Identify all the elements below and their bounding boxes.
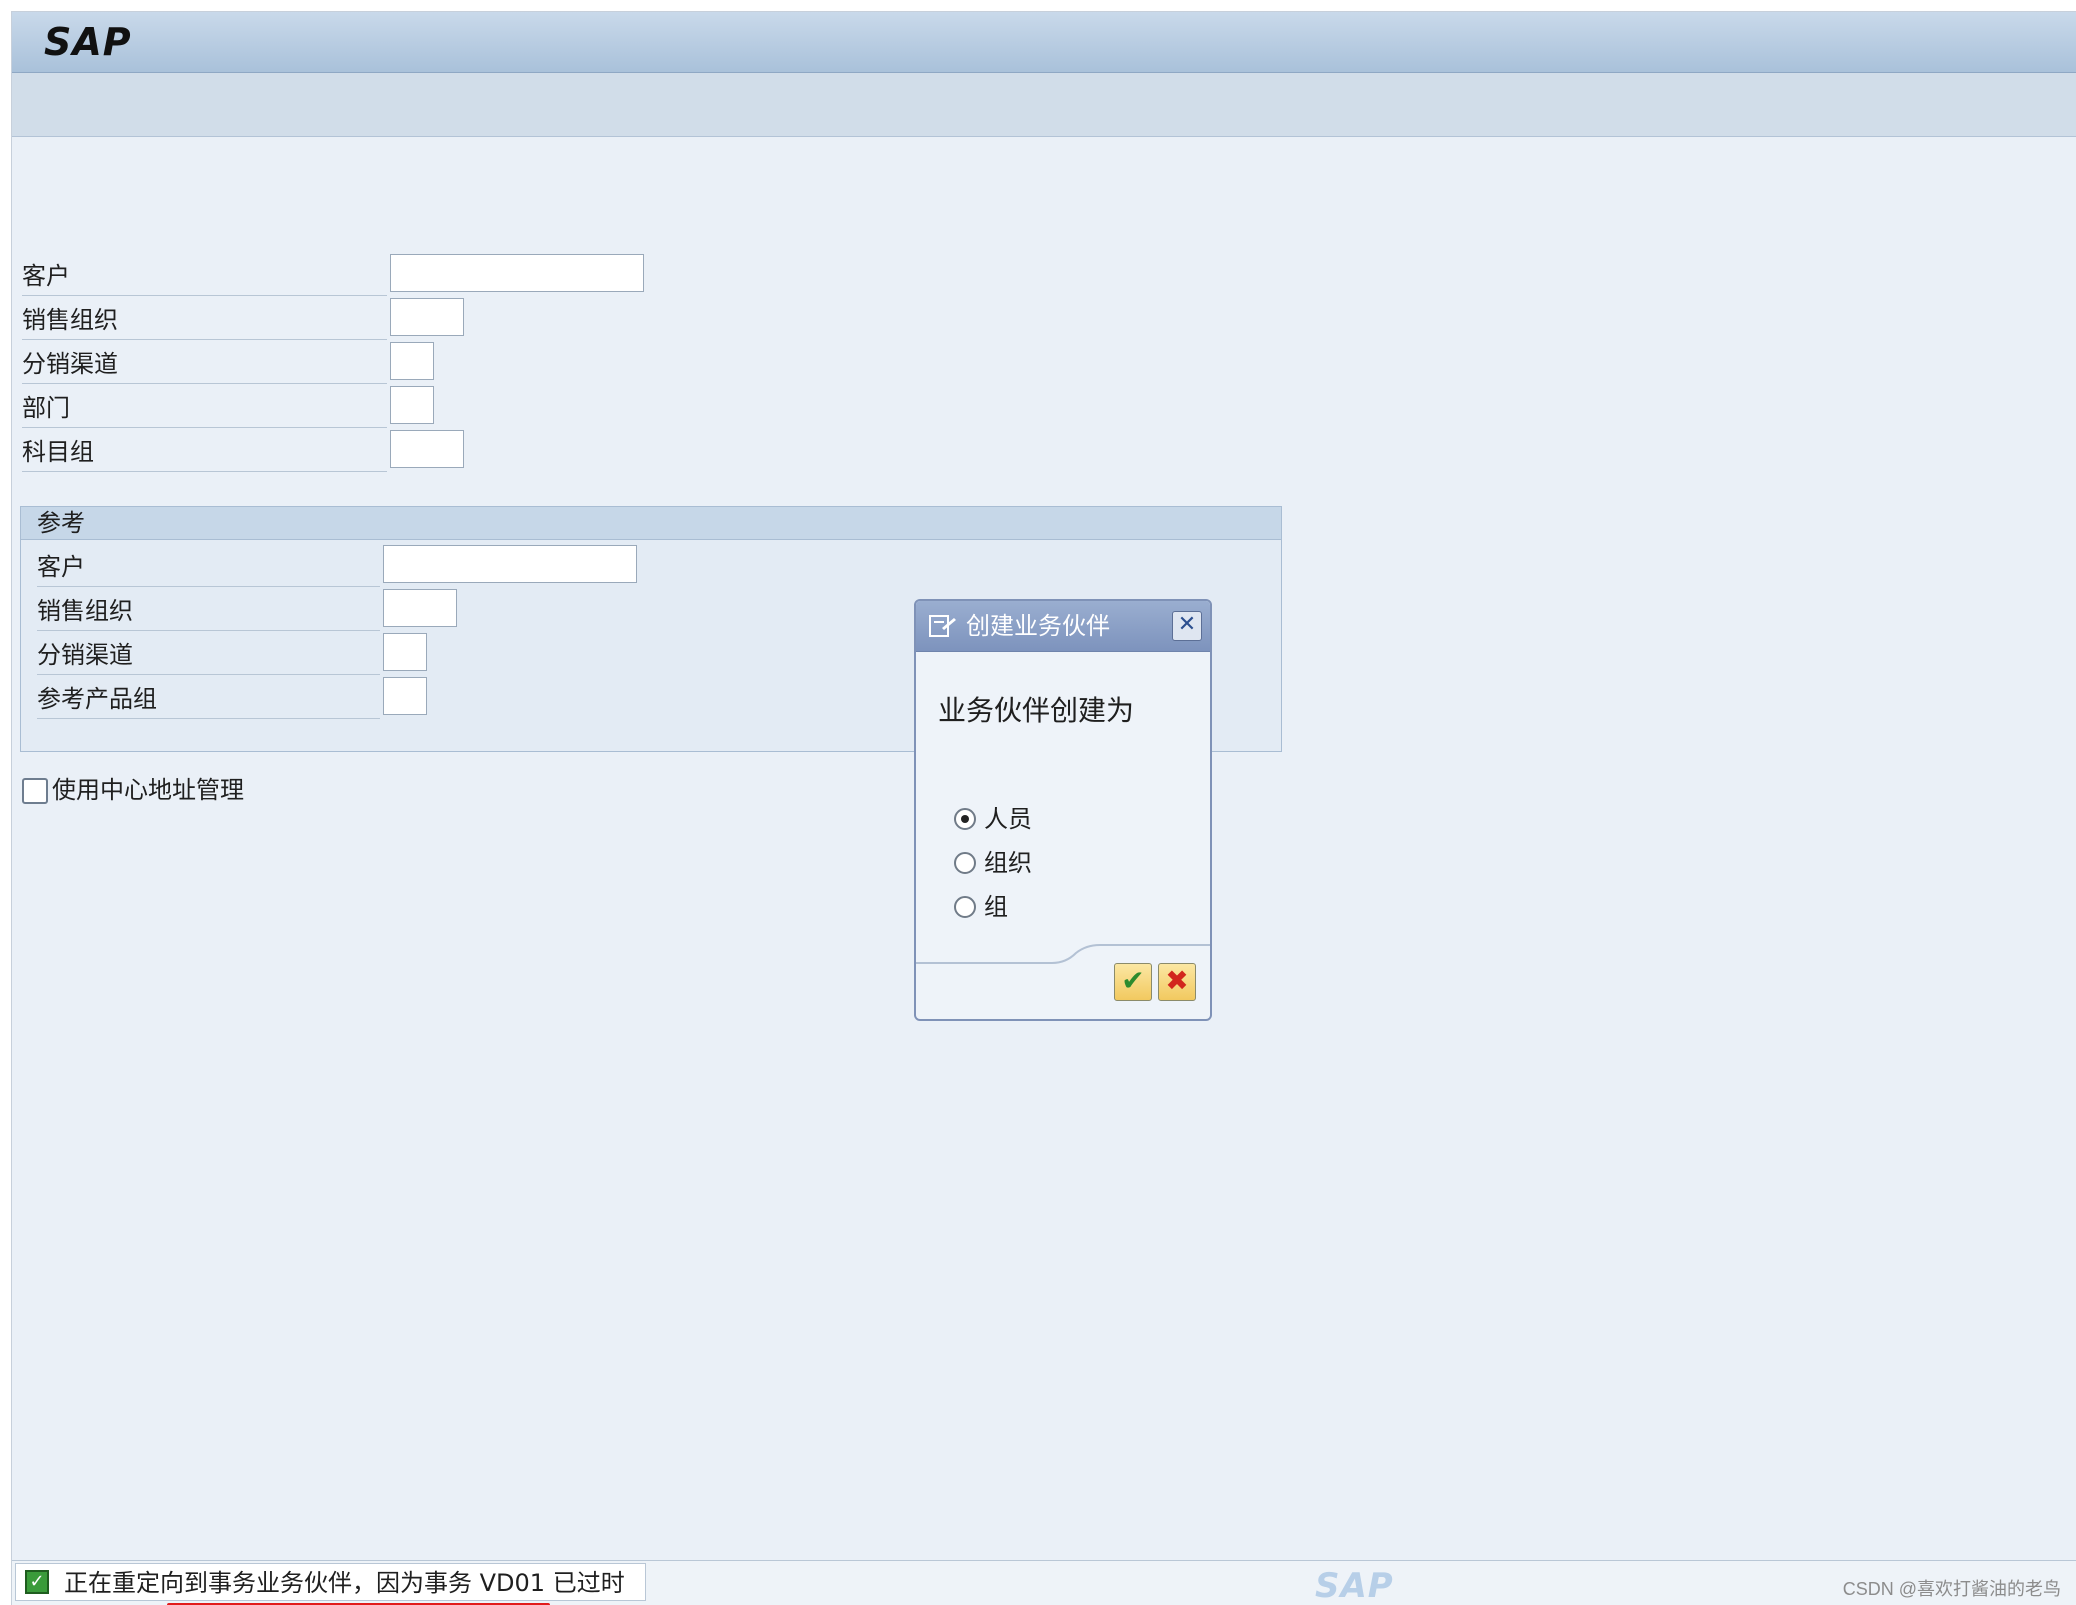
sales-org-input[interactable]	[390, 298, 464, 336]
dialog-prompt: 业务伙伴创建为	[938, 694, 1135, 727]
field-label-sales-org: 销售组织	[22, 302, 387, 340]
status-message-box[interactable]: ✓ 正在重定向到事务业务伙伴，因为事务 VD01 已过时	[15, 1563, 646, 1601]
field-label-distribution-channel: 分销渠道	[22, 346, 387, 384]
radio-group-label: 组	[984, 893, 1008, 921]
ref-product-group-input[interactable]	[383, 677, 427, 715]
radio-person-label: 人员	[984, 805, 1032, 833]
distribution-channel-input[interactable]	[390, 342, 434, 380]
application-toolbar	[12, 73, 2076, 137]
central-address-label: 使用中心地址管理	[52, 776, 244, 804]
ref-distribution-channel-input[interactable]	[383, 633, 427, 671]
cancel-icon[interactable]: ✖	[1158, 963, 1196, 1001]
reference-group-title: 参考	[37, 509, 85, 537]
ref-label-sales-org: 销售组织	[37, 593, 380, 631]
status-message: 正在重定向到事务业务伙伴，因为事务 VD01 已过时	[64, 1569, 625, 1597]
radio-organization[interactable]	[954, 852, 976, 874]
ref-label-customer: 客户	[37, 549, 380, 587]
ref-customer-input[interactable]	[383, 545, 637, 583]
field-row-account-group: 科目组	[22, 428, 642, 472]
central-address-checkbox[interactable]	[22, 778, 48, 804]
account-group-input[interactable]	[390, 430, 464, 468]
close-icon[interactable]: ✕	[1172, 611, 1202, 641]
radio-organization-label: 组织	[984, 849, 1032, 877]
field-label-division: 部门	[22, 390, 387, 428]
sap-brand-mark: SAP	[1315, 1566, 1394, 1605]
ref-label-product-group: 参考产品组	[37, 681, 380, 719]
sap-logo: SAP	[44, 20, 132, 64]
field-row-distribution-channel: 分销渠道	[22, 340, 642, 384]
field-label-customer: 客户	[22, 258, 387, 296]
dialog-header: 创建业务伙伴 ✕	[916, 601, 1210, 652]
title-bar: SAP	[12, 12, 2076, 73]
reference-group-header: 参考	[21, 507, 1281, 540]
field-row-division: 部门	[22, 384, 642, 428]
radio-person[interactable]	[954, 808, 976, 830]
dialog-title: 创建业务伙伴	[966, 612, 1110, 640]
success-icon: ✓	[25, 1570, 49, 1594]
ref-row-product-group: 参考产品组	[37, 675, 637, 719]
checkmark-icon[interactable]: ✔	[1114, 963, 1152, 1001]
field-row-customer: 客户	[22, 252, 644, 296]
sap-window: SAP 客户 销售组织 分销渠道 部门 科目组 参考 客户 销售组织 分销渠道 …	[11, 11, 2076, 1605]
dialog-divider	[916, 944, 1210, 964]
ref-sales-org-input[interactable]	[383, 589, 457, 627]
customer-input[interactable]	[390, 254, 644, 292]
dialog-window-icon	[929, 615, 956, 637]
status-bar: ✓ 正在重定向到事务业务伙伴，因为事务 VD01 已过时 SAP	[12, 1560, 2076, 1605]
ref-row-sales-org: 销售组织	[37, 587, 637, 631]
watermark: CSDN @喜欢打酱油的老鸟	[1842, 1579, 2061, 1599]
division-input[interactable]	[390, 386, 434, 424]
create-business-partner-dialog: 创建业务伙伴 ✕ 业务伙伴创建为 人员 组织 组 ✔ ✖	[914, 599, 1212, 1021]
ref-label-distribution-channel: 分销渠道	[37, 637, 380, 675]
ref-row-distribution-channel: 分销渠道	[37, 631, 637, 675]
radio-group[interactable]	[954, 896, 976, 918]
field-label-account-group: 科目组	[22, 434, 387, 472]
field-row-sales-org: 销售组织	[22, 296, 642, 340]
ref-row-customer: 客户	[37, 543, 637, 587]
